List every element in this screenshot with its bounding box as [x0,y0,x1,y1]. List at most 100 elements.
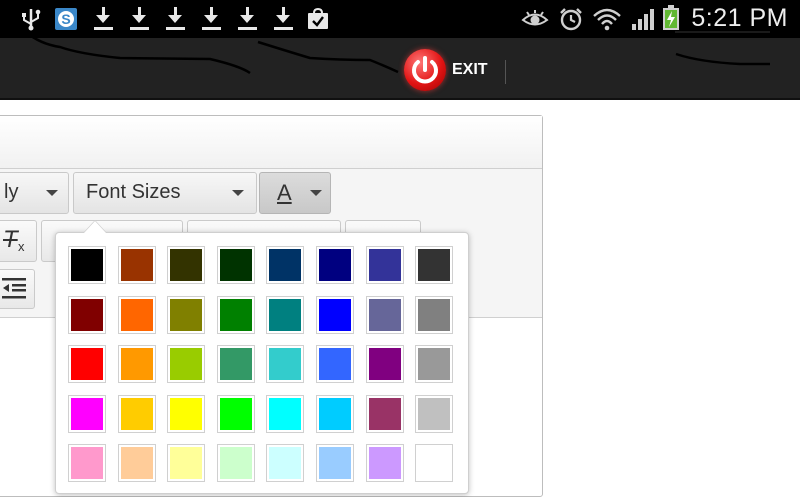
action-bar: EXIT [0,31,800,100]
color-swatch-fill [418,397,451,430]
color-swatch[interactable] [117,394,156,433]
color-swatch-fill [269,298,302,331]
chevron-down-icon [232,190,244,196]
color-swatch-fill [418,249,451,281]
color-swatch-fill [319,447,351,480]
color-swatch-fill [71,348,103,381]
color-swatch[interactable] [266,345,305,384]
color-swatch[interactable] [365,444,404,483]
color-swatch-fill [170,397,203,430]
font-family-dropdown[interactable]: ly [0,172,69,214]
color-swatch[interactable] [216,345,255,384]
color-swatch-fill [269,447,302,480]
remove-format-icon: T [3,226,18,253]
color-swatch[interactable] [68,394,106,433]
color-swatch[interactable] [167,444,206,483]
font-color-icon: A [277,180,292,205]
color-swatch-fill [418,298,451,331]
color-swatch-fill [319,249,351,281]
chevron-down-icon [46,190,58,196]
color-swatch-fill [170,298,203,331]
color-swatch[interactable] [365,295,404,334]
color-swatch-fill [120,397,153,430]
color-swatch-fill [368,348,401,381]
color-swatch[interactable] [216,295,255,334]
editor-header [0,116,542,169]
color-swatch[interactable] [117,295,156,334]
color-swatch[interactable] [167,345,206,384]
color-swatch-fill [368,397,401,430]
font-color-button[interactable]: A [259,172,331,214]
outdent-icon [2,278,26,299]
color-swatch[interactable] [415,246,454,284]
color-swatch-fill [319,298,351,331]
color-swatch[interactable] [167,246,206,284]
color-swatch-fill [219,397,252,430]
color-swatch[interactable] [266,246,305,284]
color-swatch[interactable] [365,394,404,433]
chevron-down-icon [310,190,322,196]
color-swatch[interactable] [316,246,354,284]
color-swatch[interactable] [117,444,156,483]
color-swatch[interactable] [266,295,305,334]
color-swatch[interactable] [415,295,454,334]
color-swatch-fill [418,447,451,480]
color-picker-popup [55,232,469,494]
color-swatch[interactable] [216,444,255,483]
color-swatch-fill [319,348,351,381]
color-swatch[interactable] [68,444,106,483]
color-swatch-fill [71,397,103,430]
color-swatch[interactable] [216,394,255,433]
color-swatch-fill [219,298,252,331]
color-swatch-fill [269,397,302,430]
color-swatch[interactable] [68,295,106,334]
redaction-scribble [25,31,770,75]
remove-format-button[interactable]: T x [0,220,37,262]
color-swatch-fill [219,249,252,281]
color-swatch[interactable] [316,295,354,334]
color-swatch-fill [418,348,451,381]
color-swatch-fill [170,348,203,381]
color-swatch-fill [71,298,103,331]
color-swatch[interactable] [68,345,106,384]
font-sizes-label: Font Sizes [86,181,181,203]
svg-text:S: S [61,11,70,27]
color-swatch[interactable] [415,345,454,384]
color-swatch[interactable] [117,345,156,384]
remove-format-sub: x [18,239,25,254]
color-swatch[interactable] [167,394,206,433]
color-swatch[interactable] [415,444,454,483]
color-swatch[interactable] [266,394,305,433]
color-swatch[interactable] [316,394,354,433]
color-swatch-fill [219,447,252,480]
color-swatch-fill [368,447,401,480]
color-swatch[interactable] [316,345,354,384]
exit-label: EXIT [452,61,488,78]
color-swatch-fill [170,447,203,480]
color-swatch[interactable] [316,444,354,483]
outdent-button[interactable] [0,269,35,309]
color-swatch[interactable] [68,246,106,284]
color-swatch-fill [120,249,153,281]
font-family-label: ly [4,181,19,203]
popup-arrow [84,221,106,233]
color-swatch[interactable] [117,246,156,284]
color-swatch-fill [319,397,351,430]
color-swatch-fill [368,249,401,281]
color-swatch[interactable] [365,246,404,284]
color-swatch-fill [71,249,103,281]
color-swatch[interactable] [266,444,305,483]
color-swatch-fill [368,298,401,331]
color-swatch[interactable] [216,246,255,284]
color-swatch[interactable] [365,345,404,384]
color-swatch-fill [120,298,153,331]
color-swatch[interactable] [167,295,206,334]
power-icon [404,49,446,91]
color-swatch-fill [71,447,103,480]
color-swatch-fill [219,348,252,381]
exit-button[interactable]: EXIT [404,49,488,91]
color-swatch[interactable] [415,394,454,433]
font-sizes-dropdown[interactable]: Font Sizes [73,172,257,214]
color-swatch-fill [269,348,302,381]
action-bar-divider [505,60,506,84]
